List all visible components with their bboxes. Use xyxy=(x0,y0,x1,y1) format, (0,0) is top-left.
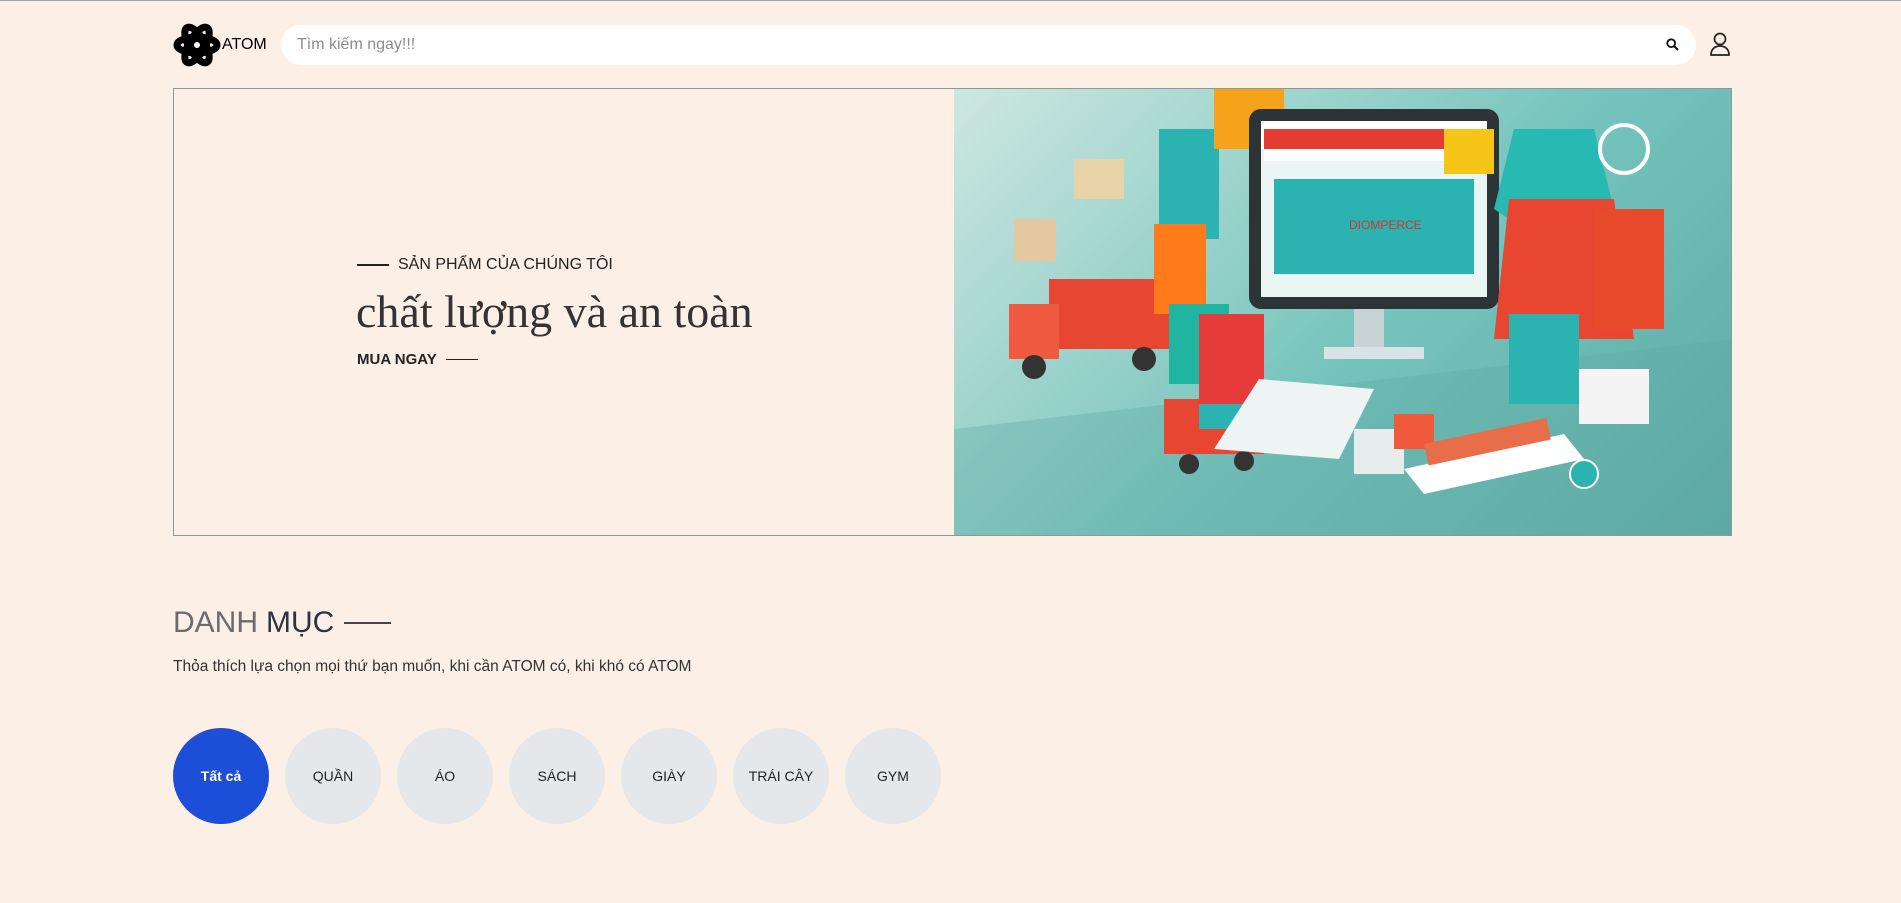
category-sach-button[interactable]: SÁCH xyxy=(509,728,605,824)
category-title-line xyxy=(344,622,392,624)
category-ao-button[interactable]: ÁO xyxy=(397,728,493,824)
search-input[interactable] xyxy=(281,25,1651,65)
svg-text:DIOMPERCE: DIOMPERCE xyxy=(1349,218,1422,232)
user-icon xyxy=(1710,32,1730,56)
category-title-part1: DANH xyxy=(173,606,259,639)
category-subtitle: Thỏa thích lựa chọn mọi thứ bạn muốn, kh… xyxy=(173,658,692,675)
category-title: DANH MỤC xyxy=(173,606,392,640)
shop-now-line xyxy=(445,358,478,361)
search-icon xyxy=(1665,37,1679,51)
category-title-part2: MỤC xyxy=(266,606,335,639)
hero-eyebrow: SẢN PHẨM CỦA CHÚNG TÔI xyxy=(357,256,613,274)
shop-now-button[interactable]: MUA NGAY xyxy=(357,351,478,368)
shop-now-label: MUA NGAY xyxy=(357,351,437,368)
search-button[interactable] xyxy=(1662,34,1682,54)
logo-text: ATOM xyxy=(222,36,267,53)
truck-icon xyxy=(1009,279,1179,379)
category-trai-cay-button[interactable]: TRÁI CÂY xyxy=(733,728,829,824)
hero-image: DIOMPERCE xyxy=(954,89,1731,535)
category-list: Tất cả QUẦN ÁO SÁCH GIÀY TRÁI CÂY GYM xyxy=(173,728,941,824)
header: ATOM xyxy=(173,20,1732,70)
ecommerce-illustration: DIOMPERCE xyxy=(954,89,1731,535)
category-giay-button[interactable]: GIÀY xyxy=(621,728,717,824)
search-bar xyxy=(281,25,1696,65)
logo[interactable]: ATOM xyxy=(173,20,267,70)
hero-eyebrow-text: SẢN PHẨM CỦA CHÚNG TÔI xyxy=(398,256,613,273)
atom-logo-icon xyxy=(173,23,221,67)
hero-banner: SẢN PHẨM CỦA CHÚNG TÔI chất lượng và an … xyxy=(173,88,1732,536)
hero-title: chất lượng và an toàn xyxy=(356,286,753,337)
category-quan-button[interactable]: QUẦN xyxy=(285,728,381,824)
top-border xyxy=(0,0,1901,1)
account-button[interactable] xyxy=(1708,31,1732,57)
category-all-button[interactable]: Tất cả xyxy=(173,728,269,824)
category-gym-button[interactable]: GYM xyxy=(845,728,941,824)
eyebrow-line xyxy=(357,264,389,266)
hero-text-panel: SẢN PHẨM CỦA CHÚNG TÔI chất lượng và an … xyxy=(174,89,954,535)
